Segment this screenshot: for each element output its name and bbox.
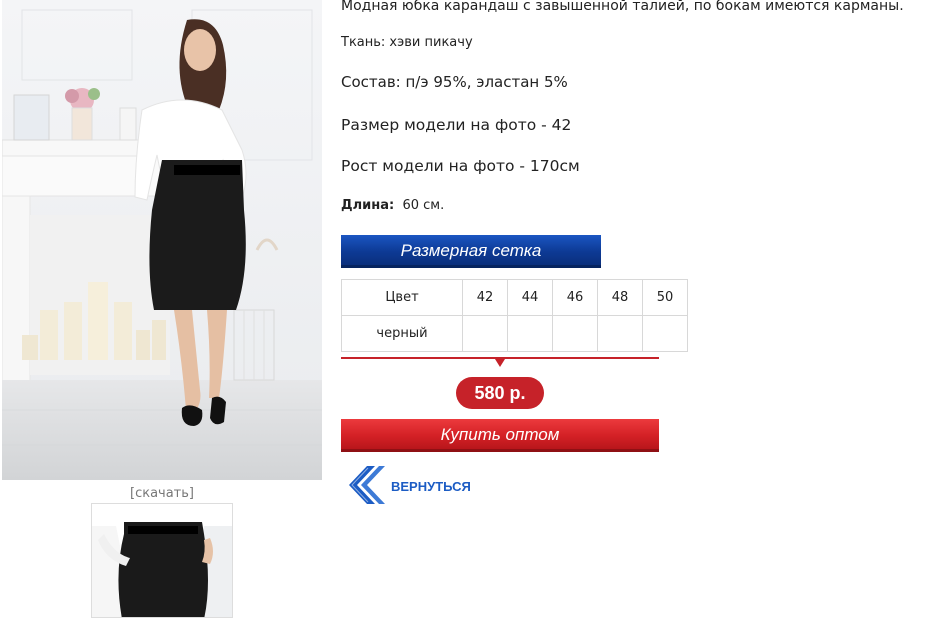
table-header-cell: 50 [642,279,688,316]
fabric-line: Ткань: хэви пикачу [341,35,473,50]
length-value: 60 см. [402,198,445,213]
table-cell-color: черный [341,315,463,352]
product-thumbnail[interactable] [91,503,233,618]
buy-wholesale-button[interactable]: Купить оптом [341,419,659,452]
product-thumbnail-image [92,504,232,617]
product-page: [скачать] Модная юбка карандаш с завышен… [0,0,946,618]
composition-line: Состав: п/э 95%, эластан 5% [341,73,568,91]
table-cell-quantity[interactable] [507,315,553,352]
double-chevron-left-icon [349,466,385,504]
table-cell-quantity[interactable] [552,315,598,352]
price-badge: 580 р. [456,377,544,409]
table-header-cell: 46 [552,279,598,316]
size-table: Цвет 42 44 46 48 50 черный [341,279,688,352]
length-label: Длина: [341,198,395,213]
table-header-cell: 42 [462,279,508,316]
table-cell-quantity[interactable] [597,315,643,352]
model-size-line: Размер модели на фото - 42 [341,116,572,134]
product-photo-image [2,0,322,480]
download-link[interactable]: [скачать] [2,486,322,501]
length-line: Длина: 60 см. [341,198,444,213]
table-header-cell: 48 [597,279,643,316]
price-pointer-icon [495,359,505,367]
table-header-cell: Цвет [341,279,463,316]
table-header-cell: 44 [507,279,553,316]
table-row: черный [341,315,688,352]
size-grid-button[interactable]: Размерная сетка [341,235,601,268]
description-line: Модная юбка карандаш с завышенной талией… [341,0,904,14]
table-cell-quantity[interactable] [642,315,688,352]
table-cell-quantity[interactable] [462,315,508,352]
back-link[interactable]: ВЕРНУТЬСЯ [341,460,501,510]
size-table-header: Цвет 42 44 46 48 50 [341,279,688,316]
product-photo[interactable] [2,0,322,480]
model-height-line: Рост модели на фото - 170см [341,157,580,175]
back-link-label: ВЕРНУТЬСЯ [391,479,471,494]
